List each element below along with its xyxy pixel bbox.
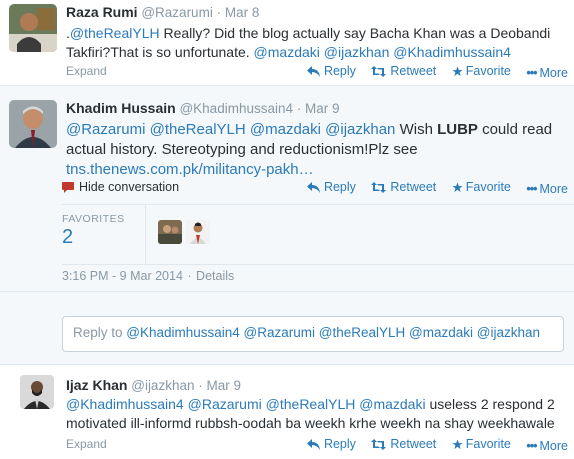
retweet-label: Retweet bbox=[390, 64, 437, 78]
mention-link[interactable]: @Razarumi bbox=[188, 396, 262, 412]
hide-conversation-label: Hide conversation bbox=[79, 180, 180, 194]
tweet-khadim-hussain[interactable]: Khadim Hussain @Khadimhussain4 · Mar 9 @… bbox=[0, 86, 574, 292]
mention-link[interactable]: @mazdaki bbox=[250, 121, 321, 138]
separator: · bbox=[187, 269, 192, 283]
favorite-button[interactable]: Favorite bbox=[452, 180, 511, 194]
reply-button[interactable]: Reply bbox=[306, 437, 356, 451]
reply-label: Reply bbox=[323, 64, 356, 78]
separator: · bbox=[198, 378, 203, 393]
more-label: More bbox=[539, 438, 568, 453]
favorites-count[interactable]: 2 bbox=[62, 226, 73, 249]
reply-prefix: Reply to bbox=[73, 325, 127, 340]
tweet-author-name[interactable]: Raza Rumi bbox=[66, 4, 138, 20]
more-button[interactable]: ••• More bbox=[526, 182, 568, 196]
details-link[interactable]: Details bbox=[196, 269, 234, 283]
tweet-author-name[interactable]: Ijaz Khan bbox=[66, 377, 127, 393]
reply-icon bbox=[306, 438, 320, 450]
tweet-actions: Reply Retweet Favorite ••• More bbox=[295, 64, 568, 80]
favorite-button[interactable]: Favorite bbox=[452, 64, 511, 78]
retweet-icon bbox=[371, 181, 387, 193]
more-label: More bbox=[539, 181, 568, 196]
divider bbox=[145, 204, 146, 264]
divider bbox=[62, 204, 574, 205]
retweet-label: Retweet bbox=[390, 180, 437, 194]
tweet-author-handle[interactable]: @ijazkhan bbox=[131, 378, 194, 393]
retweet-button[interactable]: Retweet bbox=[371, 180, 436, 194]
favorite-button[interactable]: Favorite bbox=[452, 437, 511, 451]
expand-link[interactable]: Expand bbox=[66, 437, 107, 451]
separator: · bbox=[216, 5, 222, 20]
reply-area: Reply to @Khadimhussain4 @Razarumi @theR… bbox=[0, 292, 574, 365]
bold-text: LUBP bbox=[437, 121, 478, 138]
avatar[interactable] bbox=[20, 375, 54, 409]
url-link[interactable]: tns.thenews.com.pk/militancy-pakh… bbox=[66, 161, 314, 178]
divider bbox=[62, 264, 574, 265]
mention-link[interactable]: @theRealYLH bbox=[70, 25, 160, 41]
mention-link[interactable]: @Razarumi bbox=[66, 121, 145, 138]
retweet-button[interactable]: Retweet bbox=[371, 437, 436, 451]
tweet-raza-rumi[interactable]: Raza Rumi @Razarumi · Mar 8 .@theRealYLH… bbox=[0, 0, 574, 86]
reply-label: Reply bbox=[323, 180, 356, 194]
reply-button[interactable]: Reply bbox=[306, 64, 356, 78]
tweet-ijaz-khan[interactable]: Ijaz Khan @ijazkhan · Mar 9 @Khadimhussa… bbox=[0, 365, 574, 459]
more-dots-icon: ••• bbox=[526, 438, 537, 453]
tweet-time[interactable]: Mar 8 bbox=[225, 5, 260, 20]
tweet-meta: 3:16 PM - 9 Mar 2014 · Details bbox=[62, 269, 234, 283]
favorite-label: Favorite bbox=[465, 437, 511, 451]
tweet-time[interactable]: Mar 9 bbox=[305, 101, 340, 116]
expand-link[interactable]: Expand bbox=[66, 64, 107, 78]
tweet-time[interactable]: Mar 9 bbox=[207, 378, 242, 393]
favoriter-avatar[interactable] bbox=[158, 220, 182, 244]
tweet-author-handle[interactable]: @Khadimhussain4 bbox=[179, 101, 293, 116]
retweet-icon bbox=[371, 438, 387, 450]
tweet-actions: Reply Retweet Favorite ••• More bbox=[295, 180, 568, 196]
hide-conversation-link[interactable]: Hide conversation bbox=[62, 180, 179, 194]
retweet-label: Retweet bbox=[390, 437, 437, 451]
mention-link[interactable]: @Khadimhussain4 bbox=[393, 44, 511, 60]
reply-icon bbox=[306, 65, 320, 77]
favoriter-avatar[interactable] bbox=[186, 220, 210, 244]
reply-icon bbox=[306, 181, 320, 193]
more-dots-icon: ••• bbox=[526, 181, 537, 196]
separator: · bbox=[296, 101, 302, 116]
more-button[interactable]: ••• More bbox=[526, 66, 568, 80]
tweet-author-name[interactable]: Khadim Hussain bbox=[66, 100, 176, 116]
more-button[interactable]: ••• More bbox=[526, 439, 568, 453]
retweet-button[interactable]: Retweet bbox=[371, 64, 436, 78]
mention-link[interactable]: @theRealYLH bbox=[150, 121, 246, 138]
favorite-label: Favorite bbox=[465, 64, 511, 78]
mention-link[interactable]: @ijazkhan bbox=[324, 44, 390, 60]
favorite-label: Favorite bbox=[465, 180, 511, 194]
avatar[interactable] bbox=[9, 100, 57, 148]
tweet-text-segment: Wish bbox=[395, 121, 438, 138]
speech-bubble-icon bbox=[62, 181, 74, 193]
reply-label: Reply bbox=[323, 437, 356, 451]
mention-link[interactable]: @mazdaki bbox=[359, 396, 425, 412]
retweet-icon bbox=[371, 65, 387, 77]
mention-link[interactable]: @mazdaki bbox=[254, 44, 320, 60]
tweet-text: @Khadimhussain4 @Razarumi @theRealYLH @m… bbox=[66, 395, 566, 433]
tweet-text: @Razarumi @theRealYLH @mazdaki @ijazkhan… bbox=[66, 120, 566, 180]
reply-mentions: @Khadimhussain4 @Razarumi @theRealYLH @m… bbox=[126, 325, 540, 340]
tweet-actions: Reply Retweet Favorite ••• More bbox=[295, 437, 568, 453]
favorite-star-icon bbox=[452, 438, 463, 449]
favorite-star-icon bbox=[452, 181, 463, 192]
more-dots-icon: ••• bbox=[526, 65, 537, 80]
mention-link[interactable]: @theRealYLH bbox=[266, 396, 356, 412]
mention-link[interactable]: @Khadimhussain4 bbox=[66, 396, 184, 412]
favorite-star-icon bbox=[452, 65, 463, 76]
favorites-label: FAVORITES bbox=[62, 213, 125, 225]
mention-link[interactable]: @ijazkhan bbox=[325, 121, 395, 138]
tweet-timestamp[interactable]: 3:16 PM - 9 Mar 2014 bbox=[62, 269, 183, 283]
avatar[interactable] bbox=[9, 4, 57, 52]
tweet-author-handle[interactable]: @Razarumi bbox=[141, 5, 212, 20]
tweet-text: .@theRealYLH Really? Did the blog actual… bbox=[66, 24, 566, 62]
reply-button[interactable]: Reply bbox=[306, 180, 356, 194]
more-label: More bbox=[539, 65, 568, 80]
reply-input[interactable]: Reply to @Khadimhussain4 @Razarumi @theR… bbox=[62, 316, 564, 352]
